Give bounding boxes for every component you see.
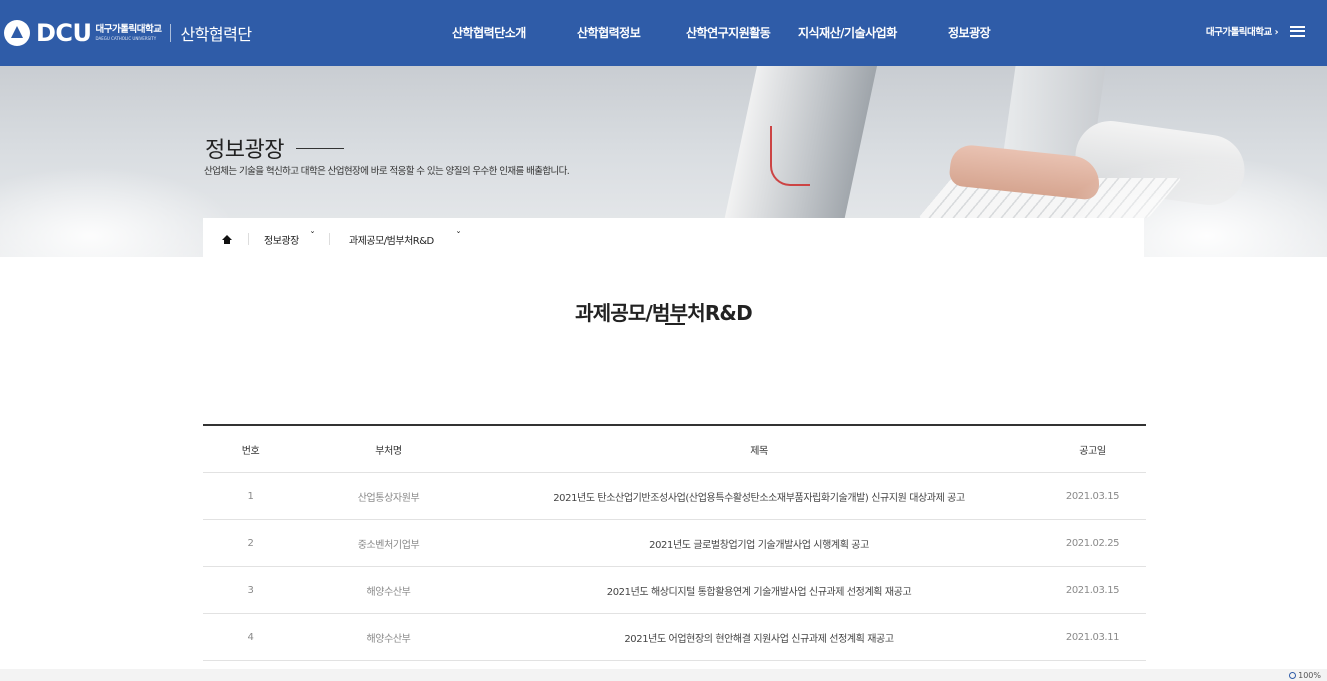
logo-university-name: 대구가톨릭대학교 DAEGU CATHOLIC UNIVERSITY <box>96 25 162 41</box>
hero-description: 산업체는 기술을 혁신하고 대학은 산업현장에 바로 적응할 수 있는 양질의 … <box>204 166 570 177</box>
row-title-link[interactable]: 2021년도 해상디지털 통합활용연계 기술개발사업 신규과제 선정계획 재공고 <box>479 567 1039 614</box>
row-number: 3 <box>247 585 254 596</box>
row-date: 2021.03.15 <box>1065 491 1120 502</box>
column-header-department: 부처명 <box>375 446 402 457</box>
row-number: 4 <box>247 632 254 643</box>
row-title-link[interactable]: 2021년도 어업현장의 현안해결 지원사업 신규과제 선정계획 재공고 <box>479 614 1039 661</box>
table-header-row: 번호 부처명 제목 공고일 <box>203 426 1146 473</box>
hero-title-block: 정보광장 <box>205 132 344 164</box>
nav-item-info-plaza[interactable]: 정보광장 <box>948 24 991 41</box>
row-department: 해양수산부 <box>366 587 411 598</box>
top-header: DCU 대구가톨릭대학교 DAEGU CATHOLIC UNIVERSITY 산… <box>0 0 1327 66</box>
table-row[interactable]: 3 해양수산부 2021년도 해상디지털 통합활용연계 기술개발사업 신규과제 … <box>203 567 1146 614</box>
row-department: 중소벤처기업부 <box>357 540 420 551</box>
hero-cable-image <box>770 126 810 186</box>
browser-status-bar <box>0 669 1327 681</box>
page-title-underline <box>665 323 685 325</box>
row-number: 2 <box>247 538 254 549</box>
home-icon[interactable] <box>222 235 232 244</box>
board-table: 번호 부처명 제목 공고일 1 산업통상자원부 2021년도 탄소산업기반조성사… <box>203 424 1146 661</box>
row-department: 해양수산부 <box>366 634 411 645</box>
breadcrumb-item-info-plaza[interactable]: 정보광장 <box>264 232 299 247</box>
nav-item-info[interactable]: 산학협력정보 <box>577 24 641 41</box>
table-row[interactable]: 1 산업통상자원부 2021년도 탄소산업기반조성사업(산업용특수활성탄소소재부… <box>203 473 1146 520</box>
page-title: 과제공모/범부처R&D <box>575 301 753 325</box>
column-header-date: 공고일 <box>1079 446 1106 457</box>
zoom-indicator[interactable]: 100% <box>1289 671 1321 680</box>
row-date: 2021.02.25 <box>1065 538 1120 549</box>
logo-univ-ko: 대구가톨릭대학교 <box>95 24 162 36</box>
breadcrumb: 정보광장 ˇ 과제공모/범부처R&D ˇ <box>203 218 1144 257</box>
header-utility: 대구가톨릭대학교 › <box>1206 24 1305 38</box>
org-name[interactable]: 산학협력단 <box>180 21 252 45</box>
university-site-link[interactable]: 대구가톨릭대학교 › <box>1205 24 1279 38</box>
university-link-label: 대구가톨릭대학교 <box>1205 27 1272 38</box>
nav-item-about[interactable]: 산학협력단소개 <box>452 24 526 41</box>
logo-dcu-text: DCU <box>36 19 92 47</box>
table-row[interactable]: 4 해양수산부 2021년도 어업현장의 현안해결 지원사업 신규과제 선정계획… <box>203 614 1146 661</box>
row-date: 2021.03.11 <box>1065 632 1120 643</box>
breadcrumb-divider <box>329 233 330 245</box>
zoom-level: 100% <box>1298 671 1321 680</box>
column-header-title: 제목 <box>750 446 768 457</box>
table-row[interactable]: 2 중소벤처기업부 2021년도 글로벌창업기업 기술개발사업 시행계획 공고 … <box>203 520 1146 567</box>
row-number: 1 <box>247 491 254 502</box>
row-title-link[interactable]: 2021년도 탄소산업기반조성사업(산업용특수활성탄소소재부품자립화기술개발) … <box>479 473 1039 520</box>
hero-title-line <box>295 147 344 149</box>
column-header-number: 번호 <box>241 446 260 457</box>
logo-univ-en: DAEGU CATHOLIC UNIVERSITY <box>95 35 157 41</box>
nav-item-research-support[interactable]: 산학연구지원활동 <box>686 24 771 41</box>
chevron-down-icon[interactable]: ˇ <box>310 231 315 242</box>
nav-item-ip-commercialization[interactable]: 지식재산/기술사업화 <box>798 24 897 41</box>
hero-title: 정보광장 <box>205 138 284 163</box>
chevron-down-icon[interactable]: ˇ <box>456 231 461 242</box>
row-title-link[interactable]: 2021년도 글로벌창업기업 기술개발사업 시행계획 공고 <box>479 520 1039 567</box>
breadcrumb-item-current[interactable]: 과제공모/범부처R&D <box>349 232 434 247</box>
breadcrumb-divider <box>248 233 249 245</box>
university-emblem-icon <box>4 20 30 46</box>
logo-divider <box>170 24 172 42</box>
hamburger-menu-icon[interactable] <box>1290 25 1305 37</box>
chevron-right-icon: › <box>1274 27 1279 38</box>
site-logo[interactable]: DCU 대구가톨릭대학교 DAEGU CATHOLIC UNIVERSITY 산… <box>4 17 252 49</box>
row-department: 산업통상자원부 <box>357 493 420 504</box>
zoom-icon <box>1289 672 1297 679</box>
row-date: 2021.03.15 <box>1065 585 1120 596</box>
